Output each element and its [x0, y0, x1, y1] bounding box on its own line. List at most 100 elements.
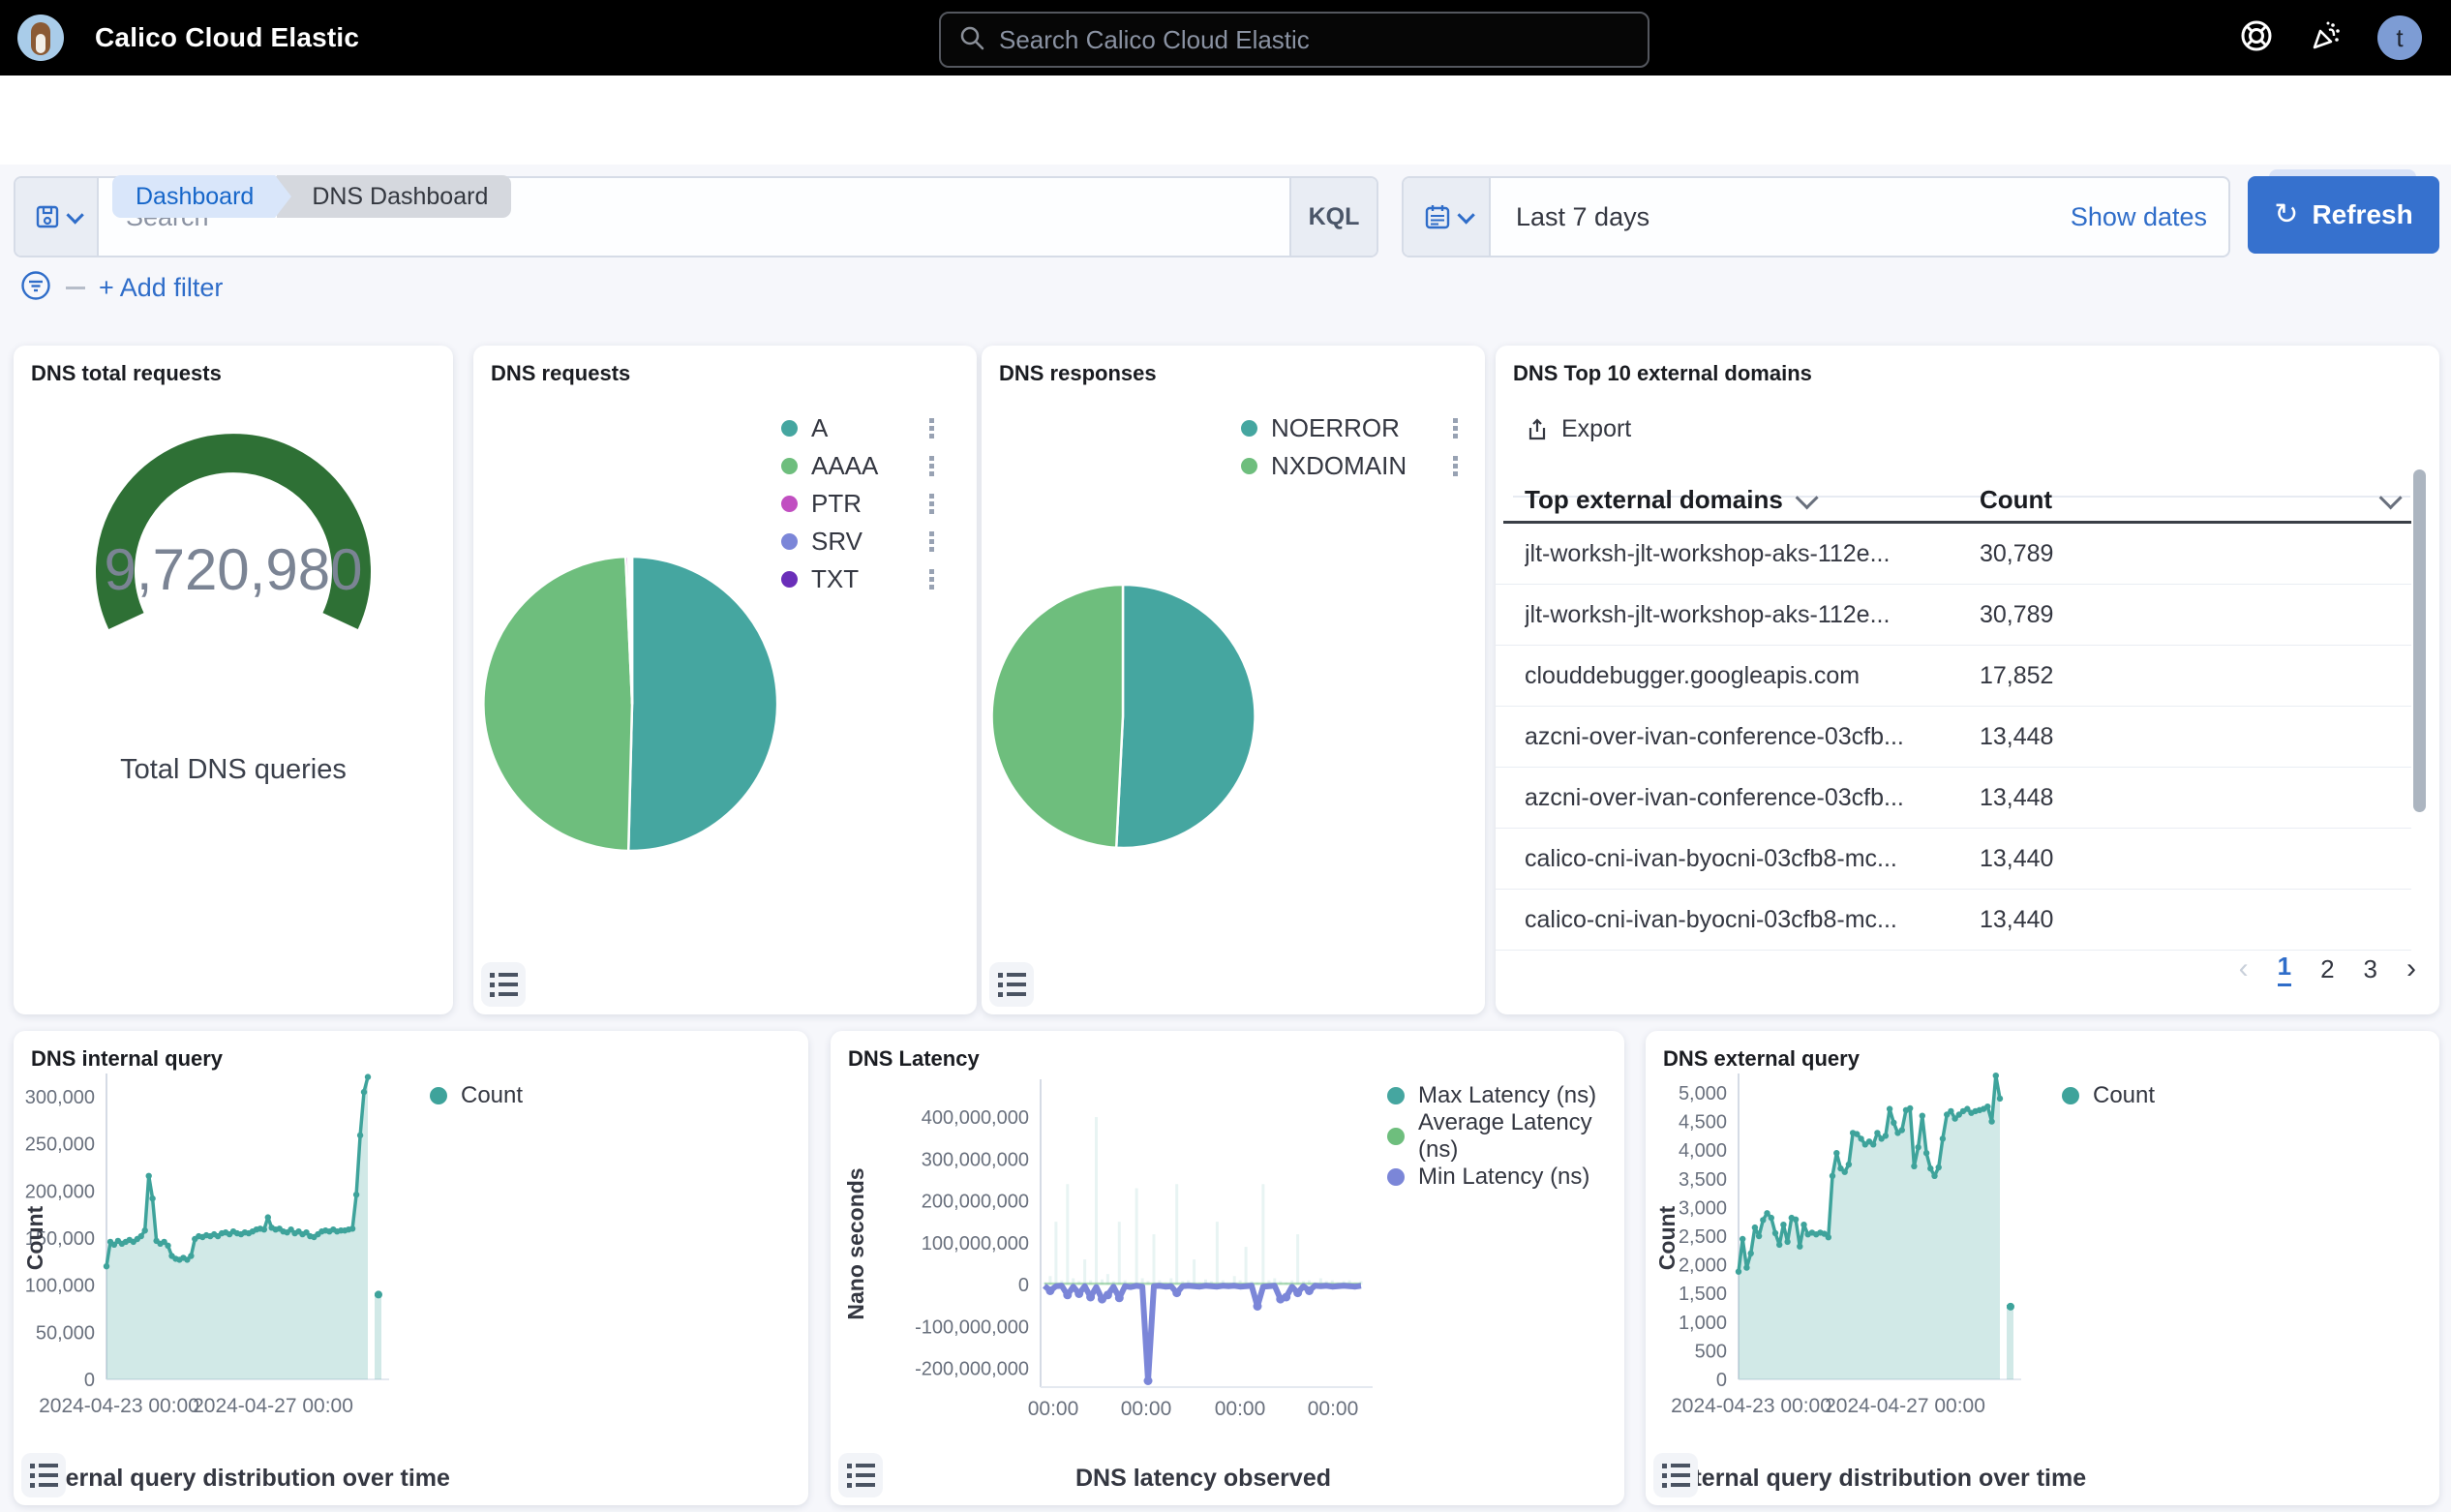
pagination-page-3[interactable]: 3 — [2364, 954, 2377, 984]
legend-options-icon[interactable] — [1453, 418, 1458, 438]
breadcrumb-dashboard[interactable]: Dashboard — [112, 175, 275, 218]
legend-item-count[interactable]: Count — [430, 1083, 523, 1108]
app-title: Calico Cloud Elastic — [95, 0, 359, 76]
user-avatar[interactable]: t — [2377, 15, 2422, 60]
pagination-page-2[interactable]: 2 — [2320, 954, 2334, 984]
filter-menu-icon[interactable] — [19, 269, 52, 307]
svg-text:Internal query distribution ov: Internal query distribution over time — [36, 1465, 450, 1492]
legend-label: Count — [2093, 1082, 2155, 1109]
panel-list-button[interactable] — [21, 1453, 66, 1497]
legend-dot — [781, 420, 798, 437]
legend-dot — [1387, 1128, 1405, 1145]
svg-text:300,000: 300,000 — [25, 1087, 95, 1108]
legend-options-icon[interactable] — [929, 456, 934, 476]
top-app-bar: Calico Cloud Elastic t — [0, 0, 2451, 76]
svg-text:3,000: 3,000 — [1679, 1197, 1727, 1219]
legend-dot — [430, 1087, 447, 1104]
panel-list-button[interactable] — [838, 1453, 883, 1497]
time-range-value[interactable]: Last 7 days — [1491, 202, 2071, 232]
legend-item-aaaa[interactable]: AAAA — [781, 447, 934, 485]
panel-dns-external-query: DNS external query 05001,0001,5002,0002,… — [1646, 1031, 2439, 1505]
legend-label: NXDOMAIN — [1271, 451, 1407, 481]
legend-label: Min Latency (ns) — [1418, 1164, 1589, 1191]
legend-item-txt[interactable]: TXT — [781, 560, 934, 598]
help-icon[interactable] — [2238, 17, 2275, 59]
legend-item-average-latency-ns-[interactable]: Average Latency (ns) — [1387, 1116, 1624, 1157]
svg-text:5,000: 5,000 — [1679, 1083, 1727, 1104]
cell-domain: azcni-over-ivan-conference-03cfb... — [1525, 723, 1951, 751]
breadcrumb-dns-dashboard[interactable]: DNS Dashboard — [277, 175, 511, 218]
legend-item-srv[interactable]: SRV — [781, 523, 934, 560]
svg-text:Count: Count — [1654, 1205, 1679, 1270]
table-row: azcni-over-ivan-conference-03cfb...13,44… — [1496, 768, 2411, 829]
pagination-page-1[interactable]: 1 — [2278, 952, 2291, 986]
table-header-row: Top external domains Count — [1525, 479, 2397, 520]
cell-count: 13,440 — [1980, 845, 2053, 873]
news-party-popper-icon[interactable] — [2308, 17, 2345, 59]
add-filter-button[interactable]: + Add filter — [99, 273, 223, 303]
time-picker: Last 7 days Show dates — [1402, 176, 2230, 257]
legend-dot — [781, 533, 798, 550]
legend-options-icon[interactable] — [929, 531, 934, 552]
legend-dot — [1387, 1087, 1405, 1104]
pie-legend: NOERROR NXDOMAIN — [1241, 409, 1458, 485]
export-button[interactable]: Export — [1525, 415, 1631, 443]
svg-text:1,000: 1,000 — [1679, 1313, 1727, 1334]
svg-text:4,500: 4,500 — [1679, 1112, 1727, 1134]
saved-query-menu-button[interactable] — [15, 178, 99, 256]
column-header-domains[interactable]: Top external domains — [1525, 485, 1813, 515]
svg-text:1,500: 1,500 — [1679, 1284, 1727, 1305]
pie-slice-NOERROR — [1116, 585, 1255, 848]
svg-text:-100,000,000: -100,000,000 — [915, 1316, 1029, 1338]
table-pagination: ‹ 123 › — [2239, 952, 2416, 986]
legend-item-count[interactable]: Count — [2062, 1083, 2155, 1108]
pie-slice-NXDOMAIN — [992, 585, 1123, 848]
kql-language-button[interactable]: KQL — [1289, 178, 1377, 256]
panel-list-button[interactable] — [1653, 1453, 1698, 1497]
panel-title: DNS external query — [1663, 1046, 1860, 1072]
breadcrumb: Dashboard DNS Dashboard — [112, 175, 511, 218]
panel-list-button[interactable] — [989, 962, 1034, 1007]
show-dates-button[interactable]: Show dates — [2071, 202, 2228, 232]
legend-options-icon[interactable] — [929, 569, 934, 590]
gauge-chart: 9,720,980Total DNS queries — [14, 346, 453, 1014]
pagination-next[interactable]: › — [2406, 953, 2416, 985]
pie-slice-AAAA — [483, 557, 632, 851]
legend-item-noerror[interactable]: NOERROR — [1241, 409, 1458, 447]
legend-dot — [1387, 1168, 1405, 1186]
calico-logo-icon[interactable] — [17, 15, 64, 61]
global-search[interactable] — [939, 12, 1649, 68]
panel-dns-responses: DNS responses NOERRORNXDOMAIN — [982, 346, 1485, 1014]
cell-count: 13,440 — [1980, 906, 2053, 934]
legend-item-ptr[interactable]: PTR — [781, 485, 934, 523]
legend-options-icon[interactable] — [1453, 456, 1458, 476]
column-header-count[interactable]: Count — [1980, 485, 2397, 515]
svg-text:2024-04-27 00:00: 2024-04-27 00:00 — [1825, 1395, 1985, 1417]
legend-item-min-latency-ns-[interactable]: Min Latency (ns) — [1387, 1157, 1624, 1197]
table-row: calico-cni-ivan-byocni-03cfb8-mc... 13,44… — [1496, 890, 2411, 951]
cell-count: 30,789 — [1980, 601, 2053, 629]
table-scrollbar[interactable] — [2413, 469, 2426, 812]
calendar-menu-button[interactable] — [1404, 178, 1491, 256]
legend-item-a[interactable]: A — [781, 409, 934, 447]
refresh-button[interactable]: ↻ Refresh — [2248, 176, 2439, 254]
filter-dash — [66, 287, 85, 289]
export-icon — [1525, 417, 1550, 442]
pie-legend: AAAAAPTRSRVTXT — [781, 409, 934, 598]
legend-label: Average Latency (ns) — [1418, 1109, 1624, 1164]
svg-text:Nano seconds: Nano seconds — [843, 1167, 868, 1319]
cell-count: 17,852 — [1980, 662, 2053, 690]
global-search-input[interactable] — [997, 24, 1648, 56]
cell-domain: calico-cni-ivan-byocni-03cfb8-mc... — [1525, 906, 1951, 934]
legend-item-nxdomain[interactable]: NXDOMAIN — [1241, 447, 1458, 485]
panel-title: DNS internal query — [31, 1046, 223, 1072]
panel-list-button[interactable] — [481, 962, 526, 1007]
dashboard-header-bar: c Dashboard DNS Dashboard ✓ Full screen … — [0, 76, 2451, 165]
legend-options-icon[interactable] — [929, 494, 934, 514]
panel-title: DNS Top 10 external domains — [1513, 361, 1812, 386]
svg-text:2,000: 2,000 — [1679, 1255, 1727, 1277]
table-row: jlt-worksh-jlt-workshop-aks-112e...30,78… — [1496, 585, 2411, 646]
legend-options-icon[interactable] — [929, 418, 934, 438]
dns-dashboard-screen: Calico Cloud Elastic t c Dashboard DNS D… — [0, 0, 2451, 1512]
pagination-prev[interactable]: ‹ — [2239, 953, 2249, 985]
